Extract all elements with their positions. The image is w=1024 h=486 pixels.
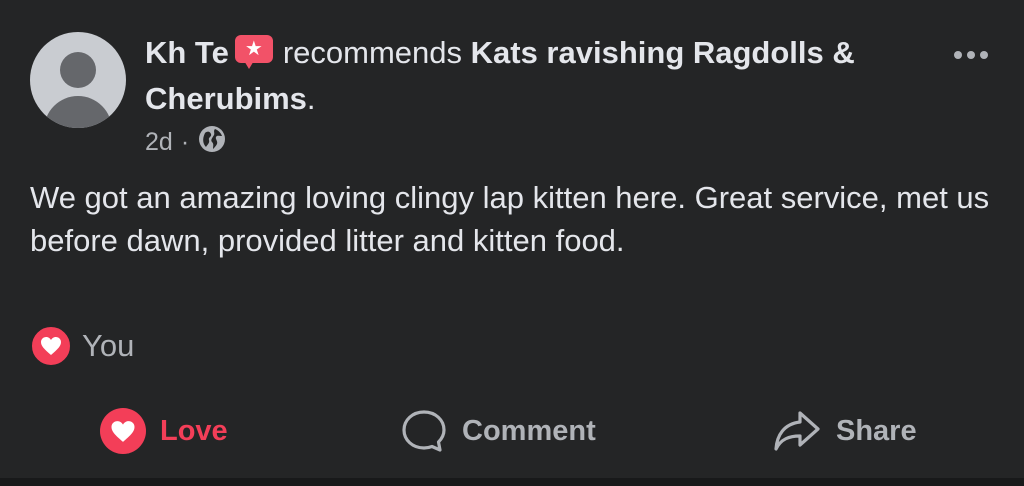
- heart-icon: [30, 325, 72, 367]
- recommend-star-icon: ★: [234, 35, 273, 69]
- action-bar: Love Comment Share: [0, 400, 1024, 462]
- more-options-button[interactable]: [946, 40, 996, 70]
- post-card: Kh Te ★ recommends Kats ravishing Ragdolls…: [0, 0, 1024, 478]
- more-icon-dot: [967, 51, 975, 59]
- more-icon-dot: [980, 51, 988, 59]
- header-period: .: [306, 81, 316, 116]
- love-button[interactable]: Love: [100, 400, 228, 462]
- bottom-divider: [0, 478, 1024, 486]
- action-text: recommends: [282, 35, 462, 70]
- comment-label: Comment: [462, 414, 596, 447]
- love-label: Love: [160, 414, 228, 447]
- more-icon-dot: [954, 51, 962, 59]
- share-label: Share: [836, 414, 917, 447]
- post-header: Kh Te ★ recommends Kats ravishing Ragdolls…: [145, 30, 905, 122]
- post-meta: 2d ·: [145, 124, 227, 160]
- avatar-body-shape: [44, 96, 112, 128]
- comment-button[interactable]: Comment: [400, 400, 596, 462]
- share-button[interactable]: Share: [772, 400, 917, 462]
- meta-separator: ·: [180, 127, 190, 156]
- post-body: We got an amazing loving clingy lap kitt…: [30, 180, 990, 258]
- avatar-head-shape: [60, 52, 96, 88]
- author-name[interactable]: Kh Te: [145, 35, 229, 70]
- share-icon: [772, 409, 822, 453]
- post-time[interactable]: 2d: [145, 128, 173, 157]
- reactions-summary[interactable]: You: [30, 325, 135, 367]
- reactions-label: You: [82, 328, 135, 363]
- comment-icon: [400, 408, 448, 454]
- globe-icon[interactable]: [197, 124, 227, 161]
- heart-icon: [100, 408, 146, 454]
- avatar[interactable]: [30, 32, 126, 128]
